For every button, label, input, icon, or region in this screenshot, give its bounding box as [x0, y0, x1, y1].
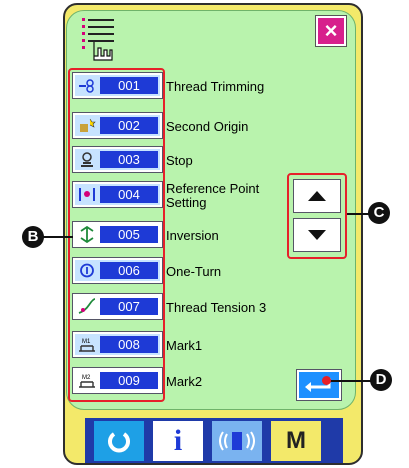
- list-item-009[interactable]: M2 009: [73, 368, 162, 393]
- item-code: 007: [100, 298, 158, 315]
- thread-tension-icon: [78, 298, 96, 314]
- second-origin-icon: [80, 118, 96, 132]
- item-label: Stop: [166, 153, 193, 168]
- callout-b-line: [40, 236, 73, 238]
- item-code: 009: [100, 372, 158, 389]
- item-label: One-Turn: [166, 264, 222, 279]
- item-code: 005: [100, 226, 158, 243]
- enter-icon: [305, 378, 331, 392]
- scroll-down-button[interactable]: [294, 219, 340, 251]
- item-label: Mark1: [166, 338, 203, 353]
- mode-button[interactable]: M: [271, 421, 321, 461]
- mark1-icon-text: M1: [82, 339, 91, 345]
- item-code: 001: [100, 77, 158, 94]
- item-code: 003: [100, 151, 158, 168]
- item-label: Thread Trimming: [166, 79, 265, 94]
- one-turn-icon: [80, 263, 94, 278]
- list-item-007[interactable]: 007: [73, 294, 162, 319]
- reset-button[interactable]: [94, 421, 144, 461]
- thread-list-pointer-icon: [82, 18, 114, 61]
- list-item-004[interactable]: 004: [73, 182, 162, 207]
- mark1-icon: M1: [79, 339, 95, 352]
- enter-button[interactable]: [297, 370, 341, 400]
- callout-c-line: [347, 213, 369, 215]
- scroll-up-button[interactable]: [294, 180, 340, 212]
- thread-trimming-icon: [79, 79, 94, 93]
- item-code: 002: [100, 117, 158, 134]
- down-arrow-icon: [308, 230, 326, 240]
- callout-c: C: [368, 202, 390, 224]
- item-label: Second Origin: [166, 119, 249, 134]
- item-label: Thread Tension 3: [166, 300, 267, 315]
- mark2-icon: M2: [79, 375, 95, 388]
- list-item-008[interactable]: M1 008: [73, 332, 162, 357]
- mode-icon: M: [286, 427, 306, 454]
- up-arrow-icon: [308, 191, 326, 201]
- list-item-005[interactable]: 005: [73, 222, 162, 247]
- callout-b: B: [22, 226, 44, 248]
- list-item-003[interactable]: 003: [73, 147, 162, 172]
- list-item-002[interactable]: 002: [73, 113, 162, 138]
- inversion-icon: [80, 226, 94, 243]
- item-label: Mark2: [166, 374, 203, 389]
- list-item-001[interactable]: 001: [73, 73, 162, 98]
- info-button[interactable]: i: [153, 421, 203, 461]
- communication-button[interactable]: [212, 421, 262, 461]
- close-button[interactable]: ×: [316, 16, 346, 46]
- reference-point-icon: [79, 188, 95, 201]
- info-icon: i: [173, 424, 183, 457]
- item-code: 006: [100, 262, 158, 279]
- close-icon: ×: [324, 18, 338, 43]
- reset-icon: [108, 432, 130, 453]
- callout-d-dot: [322, 376, 331, 385]
- communication-icon: [219, 431, 255, 451]
- callout-d: D: [370, 369, 392, 391]
- callout-d-line: [326, 380, 371, 382]
- list-item-006[interactable]: 006: [73, 258, 162, 283]
- stop-icon: [81, 152, 93, 167]
- item-code: 004: [100, 186, 158, 203]
- mark2-icon-text: M2: [82, 375, 91, 381]
- item-code: 008: [100, 336, 158, 353]
